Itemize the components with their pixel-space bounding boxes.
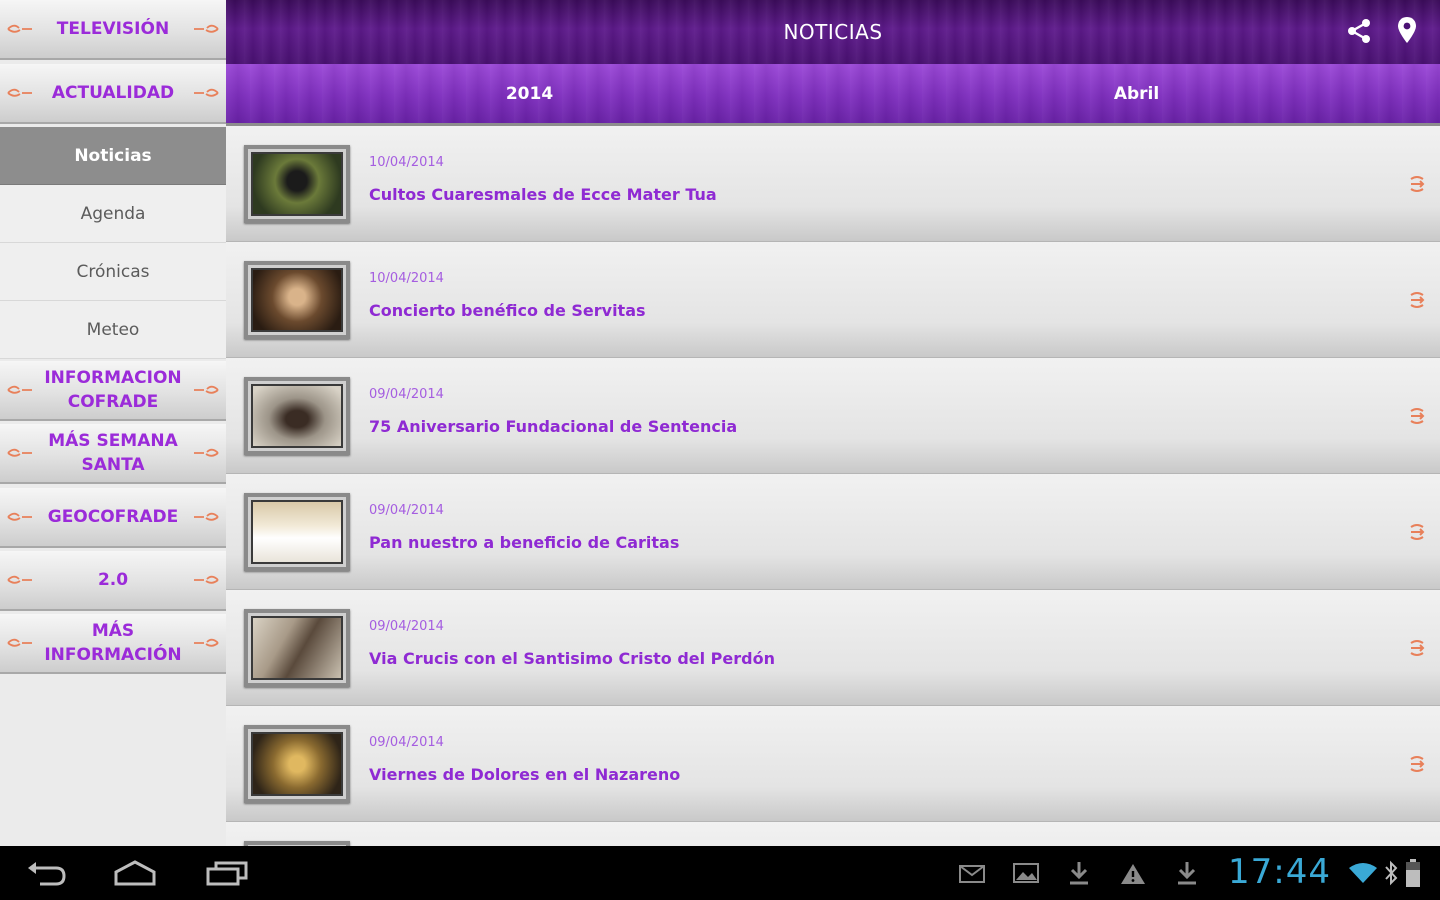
news-date: 09/04/2014 [369,619,444,634]
back-icon[interactable] [24,858,68,888]
clock: 17:44 [1228,852,1331,892]
menu-item-label: Noticias [74,145,152,166]
news-date: 09/04/2014 [369,387,444,402]
news-title: Cultos Cuaresmales de Ecce Mater Tua [369,185,717,204]
ornament-right-icon [194,575,219,584]
news-date: 09/04/2014 [369,503,444,518]
menu-section-label: MÁS SEMANA SANTA [48,431,178,475]
download-icon [1178,862,1196,885]
news-title: Pan nuestro a beneficio de Caritas [369,533,680,552]
news-thumbnail [244,493,350,571]
news-title: 75 Aniversario Fundacional de Sentencia [369,417,738,436]
menu-section-mas-semana-santa[interactable]: MÁS SEMANA SANTA [0,424,226,484]
menu-section-label: TELEVISIÓN [56,19,170,39]
news-thumbnail [244,261,350,339]
filter-bar: 2014 Abril [226,64,1440,126]
menu-item-cronicas[interactable]: Crónicas [0,243,226,301]
ornament-left-icon [7,512,32,521]
news-thumbnail [244,377,350,455]
sidebar-menu: TELEVISIÓN ACTUALIDAD Noticias Agenda Cr… [0,0,226,846]
location-pin-icon[interactable] [1396,16,1418,44]
news-item[interactable]: 09/04/2014 Viernes de Dolores en el Naza… [226,706,1440,822]
battery-icon [1406,859,1420,887]
menu-section-label: MÁS INFORMACIÓN [44,621,182,665]
menu-section-television[interactable]: TELEVISIÓN [0,0,226,60]
page-title: NOTICIAS [783,20,883,44]
home-icon[interactable] [112,858,158,888]
news-title: Concierto benéfico de Servitas [369,301,646,320]
ornament-left-icon [7,575,32,584]
menu-section-informacion-cofrade[interactable]: INFORMACION COFRADE [0,361,226,421]
ornament-arrow-icon [1410,292,1425,308]
system-navigation-bar: 17:44 [0,846,1440,900]
news-list: 10/04/2014 Cultos Cuaresmales de Ecce Ma… [226,126,1440,846]
news-date: 10/04/2014 [369,271,444,286]
menu-section-label: ACTUALIDAD [51,83,175,103]
menu-item-meteo[interactable]: Meteo [0,301,226,359]
news-item-partial[interactable] [226,822,1440,846]
ornament-right-icon [194,448,219,457]
ornament-arrow-icon [1410,756,1425,772]
menu-item-label: Meteo [86,319,140,340]
ornament-arrow-icon [1410,176,1425,192]
ornament-right-icon [194,385,219,394]
news-item[interactable]: 09/04/2014 Via Crucis con el Santisimo C… [226,590,1440,706]
news-item[interactable]: 10/04/2014 Cultos Cuaresmales de Ecce Ma… [226,126,1440,242]
ornament-right-icon [194,88,219,97]
ornament-left-icon [7,638,32,647]
ornament-left-icon [7,448,32,457]
ornament-arrow-icon [1410,640,1425,656]
menu-section-actualidad[interactable]: ACTUALIDAD [0,64,226,124]
share-icon[interactable] [1346,18,1372,44]
download-icon [1070,862,1088,885]
warning-icon [1121,864,1145,884]
email-notification-icon [959,865,985,883]
bluetooth-icon [1385,860,1398,886]
recent-apps-icon[interactable] [204,858,250,888]
image-notification-icon [1013,863,1039,883]
ornament-left-icon [7,385,32,394]
news-title: Via Crucis con el Santisimo Cristo del P… [369,649,775,668]
menu-section-mas-informacion[interactable]: MÁS INFORMACIÓN [0,614,226,674]
ornament-arrow-icon [1410,524,1425,540]
news-item[interactable]: 09/04/2014 75 Aniversario Fundacional de… [226,358,1440,474]
news-item[interactable]: 10/04/2014 Concierto benéfico de Servita… [226,242,1440,358]
action-bar: NOTICIAS [226,0,1440,64]
ornament-arrow-icon [1410,408,1425,424]
news-date: 10/04/2014 [369,155,444,170]
news-title: Viernes de Dolores en el Nazareno [369,765,681,784]
menu-item-agenda[interactable]: Agenda [0,185,226,243]
ornament-left-icon [7,88,32,97]
news-thumbnail [244,145,350,223]
ornament-right-icon [194,512,219,521]
menu-section-label: 2.0 [97,570,129,590]
wifi-icon [1349,863,1377,883]
menu-item-label: Crónicas [76,261,150,282]
ornament-right-icon [194,24,219,33]
news-thumbnail [244,725,350,803]
menu-section-label: GEOCOFRADE [47,507,179,527]
month-filter[interactable]: Abril [833,64,1440,123]
ornament-right-icon [194,638,219,647]
menu-section-label: INFORMACION COFRADE [44,368,182,412]
year-filter[interactable]: 2014 [226,64,833,123]
ornament-left-icon [7,24,32,33]
menu-section-2-0[interactable]: 2.0 [0,551,226,611]
menu-section-geocofrade[interactable]: GEOCOFRADE [0,488,226,548]
news-date: 09/04/2014 [369,735,444,750]
menu-item-noticias[interactable]: Noticias [0,127,226,185]
news-item[interactable]: 09/04/2014 Pan nuestro a beneficio de Ca… [226,474,1440,590]
menu-item-label: Agenda [80,203,146,224]
news-thumbnail [244,609,350,687]
